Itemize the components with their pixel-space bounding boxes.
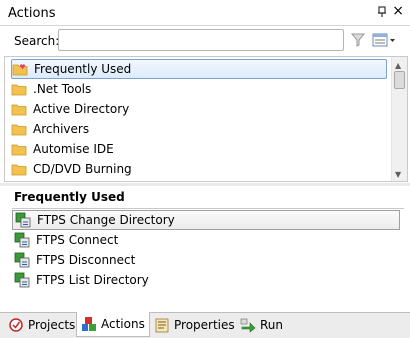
folder-icon bbox=[11, 124, 27, 136]
tab-label: Projects bbox=[28, 318, 76, 332]
view-options-icon[interactable] bbox=[372, 32, 396, 48]
tab-run[interactable]: Run bbox=[236, 313, 287, 337]
tab-properties[interactable]: Properties bbox=[150, 313, 239, 337]
search-input[interactable] bbox=[58, 29, 344, 51]
category-label: CD/DVD Burning bbox=[33, 162, 132, 176]
actions-list-pane: Frequently Used FTPS Change Directory FT… bbox=[4, 186, 408, 310]
ftps-action-icon bbox=[15, 212, 31, 228]
folder-icon bbox=[11, 144, 27, 156]
close-icon[interactable]: × bbox=[392, 4, 404, 18]
tab-projects[interactable]: Projects bbox=[4, 313, 79, 337]
category-label: .Net Tools bbox=[33, 82, 92, 96]
favorites-folder-icon bbox=[12, 64, 28, 76]
action-item-ftps-disconnect[interactable]: FTPS Disconnect bbox=[12, 250, 400, 270]
category-item-frequently-used[interactable]: Frequently Used bbox=[11, 59, 387, 79]
section-heading: Frequently Used bbox=[14, 190, 125, 204]
category-label: Archivers bbox=[33, 122, 90, 136]
folder-icon bbox=[11, 104, 27, 116]
tab-actions[interactable]: Actions bbox=[76, 312, 150, 337]
scroll-down-icon[interactable]: ▼ bbox=[395, 170, 401, 179]
panel-titlebar: Actions × bbox=[0, 0, 410, 26]
action-item-ftps-connect[interactable]: FTPS Connect bbox=[12, 230, 400, 250]
category-item-archivers[interactable]: Archivers bbox=[11, 119, 387, 139]
tab-label: Properties bbox=[174, 318, 235, 332]
category-item-cd-dvd-burning[interactable]: CD/DVD Burning bbox=[11, 159, 387, 179]
category-item-net-tools[interactable]: .Net Tools bbox=[11, 79, 387, 99]
ftps-action-icon bbox=[14, 252, 30, 268]
tab-label: Run bbox=[260, 318, 284, 332]
ftps-action-icon bbox=[14, 232, 30, 248]
panel-title: Actions bbox=[8, 6, 56, 21]
tab-label: Actions bbox=[101, 317, 145, 331]
search-label: Search: bbox=[14, 34, 60, 48]
action-item-ftps-change-directory[interactable]: FTPS Change Directory bbox=[12, 210, 400, 230]
projects-icon bbox=[9, 318, 23, 332]
category-label: Frequently Used bbox=[34, 62, 132, 76]
category-scrollbar[interactable]: ▲ ▼ bbox=[391, 57, 407, 181]
category-tree: Frequently Used .Net Tools Active Direct… bbox=[4, 56, 408, 182]
category-label: Active Directory bbox=[33, 102, 130, 116]
properties-icon bbox=[155, 318, 169, 333]
ftps-action-icon bbox=[14, 272, 30, 288]
action-label: FTPS Connect bbox=[36, 233, 119, 247]
actions-icon bbox=[82, 317, 96, 331]
action-label: FTPS List Directory bbox=[36, 273, 149, 287]
search-bar: Search: bbox=[0, 26, 410, 56]
category-label: Automise IDE bbox=[33, 142, 114, 156]
filter-icon[interactable] bbox=[350, 32, 366, 48]
bottom-tab-bar: Projects Actions Properties Run bbox=[0, 312, 410, 338]
action-label: FTPS Change Directory bbox=[37, 213, 175, 227]
action-label: FTPS Disconnect bbox=[36, 253, 136, 267]
pin-icon[interactable] bbox=[376, 6, 388, 18]
scroll-up-icon[interactable]: ▲ bbox=[395, 61, 401, 70]
category-item-automise-ide[interactable]: Automise IDE bbox=[11, 139, 387, 159]
run-icon bbox=[240, 318, 256, 333]
category-item-active-directory[interactable]: Active Directory bbox=[11, 99, 387, 119]
section-divider bbox=[12, 208, 404, 209]
action-item-ftps-list-directory[interactable]: FTPS List Directory bbox=[12, 270, 400, 290]
scroll-thumb[interactable] bbox=[394, 71, 405, 89]
folder-icon bbox=[11, 164, 27, 176]
folder-icon bbox=[11, 84, 27, 96]
